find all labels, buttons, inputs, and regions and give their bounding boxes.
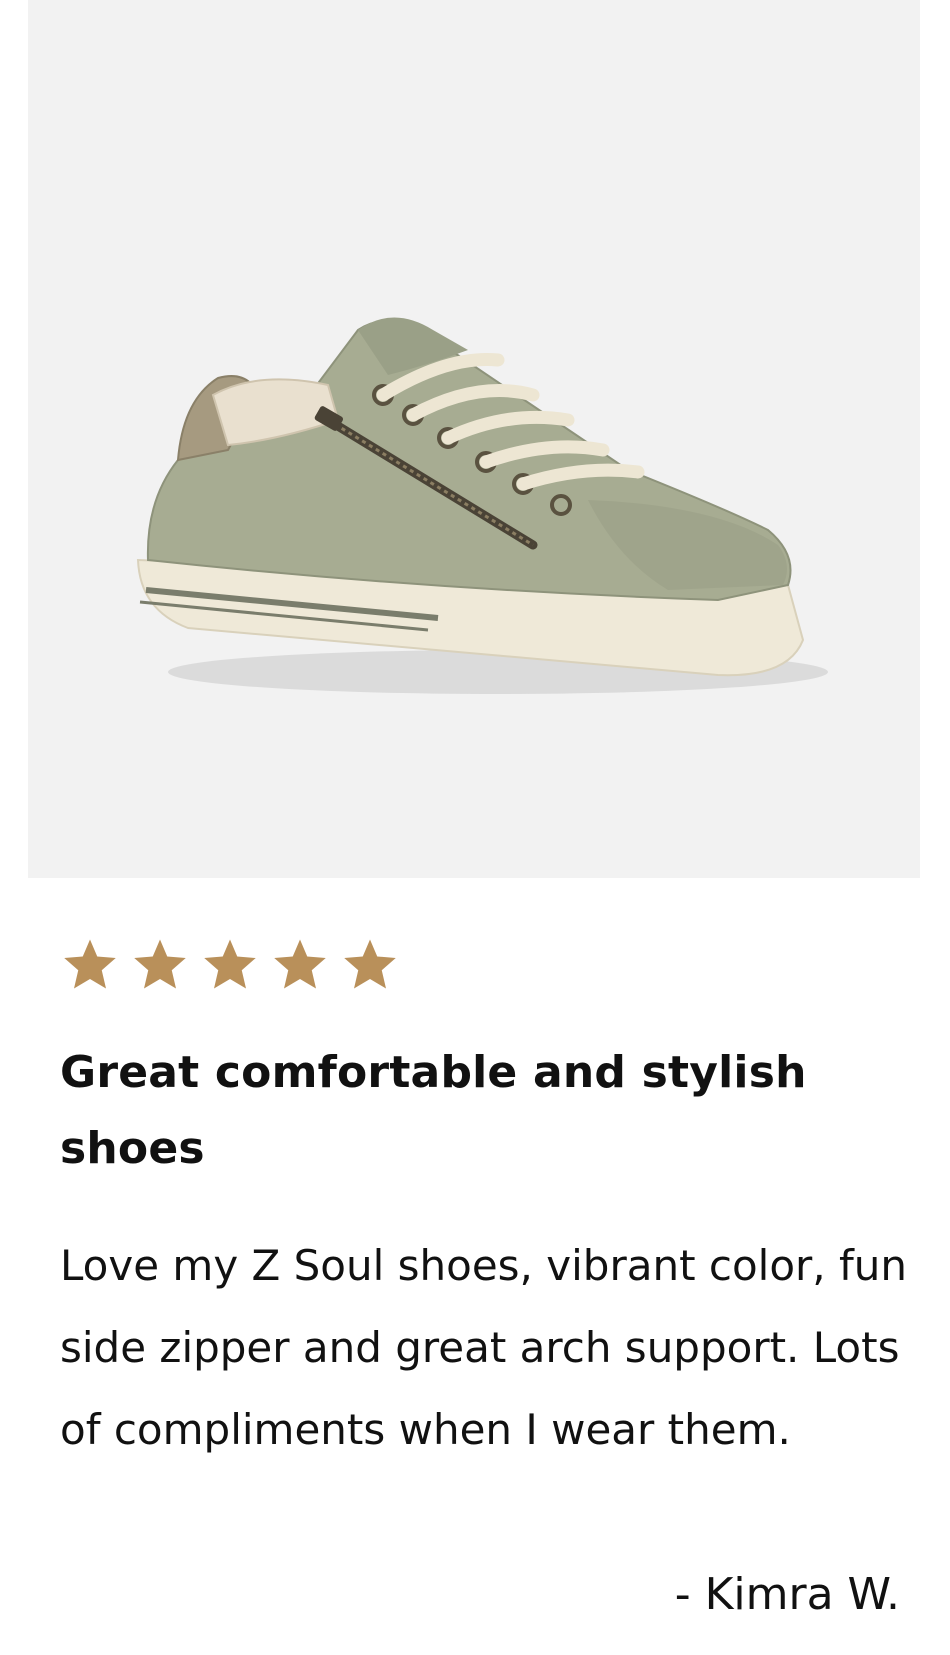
star-icon [274,939,326,989]
review-body: Love my Z Soul shoes, vibrant color, fun… [60,1241,908,1454]
review-title: Great comfortable and stylish shoes [60,1047,807,1174]
product-image [28,0,920,878]
sneaker-illustration [136,317,828,694]
star-rating [60,935,900,995]
review-card: Great comfortable and stylish shoes Love… [60,935,907,1454]
star-icon [64,939,116,989]
star-icon [344,939,396,989]
star-icon [134,939,186,989]
star-icon [204,939,256,989]
review-author: - Kimra W. [674,1569,900,1620]
